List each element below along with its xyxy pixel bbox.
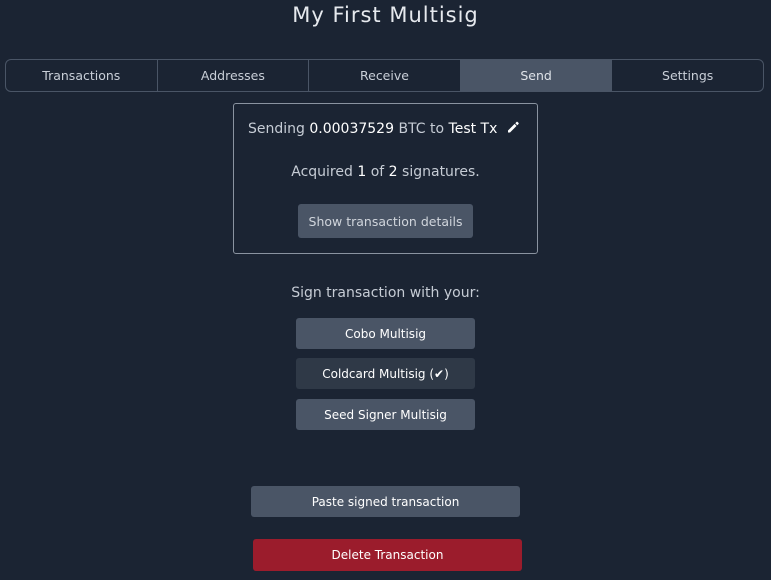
transaction-summary-card: Sending 0.00037529 BTC to Test Tx Acquir… <box>233 103 538 254</box>
signer-button-seed-signer[interactable]: Seed Signer Multisig <box>296 399 475 430</box>
signature-status: Acquired 1 of 2 signatures. <box>291 164 480 180</box>
sending-line: Sending 0.00037529 BTC to Test Tx <box>248 120 520 137</box>
transaction-label: Test Tx <box>448 121 498 137</box>
tab-bar: Transactions Addresses Receive Send Sett… <box>5 59 764 92</box>
sign-prompt: Sign transaction with your: <box>291 285 480 301</box>
required-count: 2 <box>388 164 398 180</box>
signer-button-coldcard[interactable]: Coldcard Multisig (✔) <box>296 358 475 389</box>
signer-button-cobo[interactable]: Cobo Multisig <box>296 318 475 349</box>
sending-prefix: Sending <box>248 121 305 137</box>
tab-receive[interactable]: Receive <box>309 60 461 91</box>
tab-settings[interactable]: Settings <box>612 60 763 91</box>
tab-transactions[interactable]: Transactions <box>6 60 158 91</box>
show-details-button[interactable]: Show transaction details <box>298 204 473 238</box>
tab-send[interactable]: Send <box>460 60 613 91</box>
delete-transaction-button[interactable]: Delete Transaction <box>253 539 522 571</box>
paste-signed-transaction-button[interactable]: Paste signed transaction <box>251 486 520 517</box>
tab-addresses[interactable]: Addresses <box>158 60 310 91</box>
page: My First Multisig Transactions Addresses… <box>0 0 771 580</box>
page-title: My First Multisig <box>292 3 479 27</box>
send-amount: 0.00037529 <box>309 121 394 137</box>
acquired-count: 1 <box>357 164 367 180</box>
pencil-icon[interactable] <box>506 120 520 134</box>
send-unit: BTC to <box>398 121 445 137</box>
